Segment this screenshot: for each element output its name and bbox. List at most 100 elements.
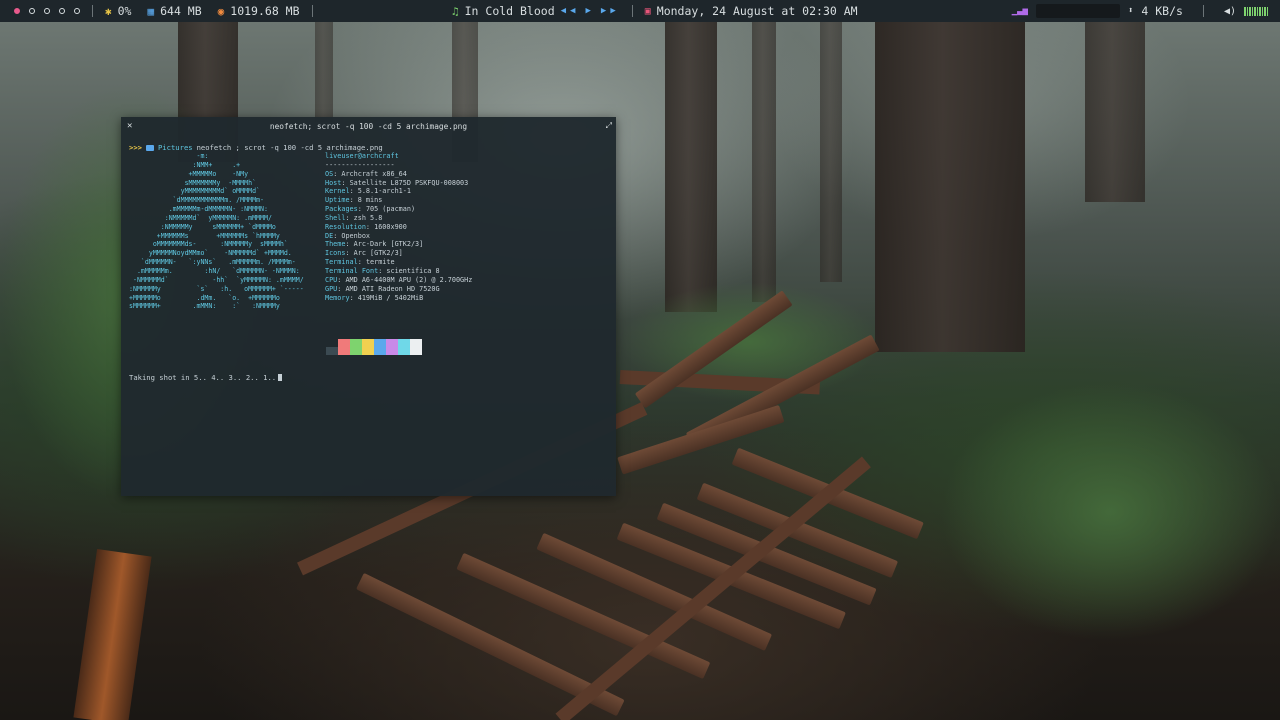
info-key: CPU	[325, 275, 338, 284]
palette-swatch	[386, 339, 398, 355]
clock-module: ▣ Monday, 24 August at 02:30 AM	[645, 4, 858, 18]
neofetch-info: liveuser@archcraft ----------------- OS:…	[325, 152, 472, 302]
system-tray[interactable]	[1035, 4, 1120, 18]
info-key: Kernel	[325, 187, 350, 196]
info-colon: :	[357, 205, 366, 214]
workspace-3-dot[interactable]	[44, 8, 50, 14]
workspace-1-dot[interactable]	[14, 8, 20, 14]
info-colon: :	[349, 293, 358, 302]
info-row: GPU: AMD ATI Radeon HD 7520G	[325, 285, 472, 294]
previous-track-icon[interactable]: ◀◀	[561, 6, 580, 16]
info-row: Memory: 419MiB / 5402MiB	[325, 294, 472, 303]
prompt-directory: Pictures	[157, 143, 193, 152]
terminal-window[interactable]: ✕ neofetch; scrot -q 100 -cd 5 archimage…	[121, 117, 616, 496]
info-value: Satellite L875D PSKFQU-008003	[349, 178, 469, 187]
network-speed: 4 KB/s	[1141, 4, 1183, 18]
info-key: Terminal	[325, 258, 358, 267]
workspace-4-dot[interactable]	[59, 8, 65, 14]
close-icon[interactable]: ✕	[127, 121, 132, 131]
info-key: Terminal Font	[325, 266, 379, 275]
folder-icon	[145, 144, 154, 151]
info-value: Arc [GTK2/3]	[353, 249, 403, 258]
info-colon: :	[357, 258, 366, 267]
info-row: Packages: 705 (pacman)	[325, 205, 472, 214]
disk-icon: ◉	[217, 4, 225, 18]
info-value: AMD ATI Radeon HD 7520G	[345, 284, 440, 293]
info-value: 705 (pacman)	[365, 205, 416, 214]
date-time[interactable]: Monday, 24 August at 02:30 AM	[657, 4, 858, 18]
info-row: Host: Satellite L875D PSKFQU-008003	[325, 179, 472, 188]
network-activity-icon: ▁▃▅	[1011, 6, 1028, 16]
palette-swatch	[374, 339, 386, 355]
info-value: 419MiB / 5402MiB	[357, 293, 424, 302]
play-icon[interactable]: ▶	[585, 6, 594, 16]
up-down-arrows-icon: ⬍	[1127, 6, 1134, 16]
info-key: OS	[325, 169, 334, 178]
panel-separator	[631, 5, 633, 17]
info-key: Theme	[325, 240, 346, 249]
info-separator: -----------------	[325, 160, 395, 169]
palette-swatch	[338, 339, 350, 355]
music-module: ♫ In Cold Blood ◀◀ ▶ ▶▶	[452, 4, 620, 18]
info-key: DE	[325, 231, 334, 240]
info-value: Openbox	[341, 231, 371, 240]
command-prompt: >>> Pictures neofetch ; scrot -q 100 -cd…	[129, 143, 610, 152]
memory-usage: 644 MB	[160, 4, 202, 18]
info-row: Icons: Arc [GTK2/3]	[325, 249, 472, 258]
volume-icon[interactable]: ◀)	[1224, 6, 1236, 17]
info-key: Memory	[325, 293, 350, 302]
info-colon: :	[365, 222, 375, 231]
cpu-usage: 0%	[117, 4, 132, 18]
workspace-2-dot[interactable]	[29, 8, 35, 14]
info-row: Resolution: 1600x900	[325, 223, 472, 232]
palette-swatch	[362, 339, 374, 355]
info-row: Shell: zsh 5.8	[325, 214, 472, 223]
info-value: AMD A6-4400M APU (2) @ 2.700GHz	[345, 275, 473, 284]
info-colon: :	[345, 213, 354, 222]
info-colon: :	[349, 196, 358, 205]
music-note-icon: ♫	[452, 4, 459, 18]
text-cursor	[278, 374, 283, 381]
palette-swatch	[350, 339, 362, 355]
workspace-5-dot[interactable]	[74, 8, 80, 14]
palette-swatch	[410, 339, 422, 355]
info-key: GPU	[325, 284, 338, 293]
panel-separator	[311, 5, 313, 17]
color-palette	[326, 339, 422, 355]
info-row: CPU: AMD A6-4400M APU (2) @ 2.700GHz	[325, 276, 472, 285]
prompt-command: neofetch ; scrot -q 100 -cd 5 archimage.…	[196, 143, 383, 152]
info-row: DE: Openbox	[325, 232, 472, 241]
panel-separator	[1202, 5, 1204, 17]
maximize-icon[interactable]: ⤢	[606, 121, 612, 131]
countdown-line: Taking shot in 5.. 4.. 3.. 2.. 1..	[129, 373, 283, 382]
next-track-icon[interactable]: ▶▶	[601, 6, 620, 16]
disk-module: ◉ 1019.68 MB	[218, 4, 300, 18]
terminal-titlebar[interactable]: ✕ neofetch; scrot -q 100 -cd 5 archimage…	[121, 117, 616, 135]
info-row: OS: Archcraft x86_64	[325, 170, 472, 179]
info-value: zsh 5.8	[353, 213, 383, 222]
info-key: Packages	[325, 205, 358, 214]
music-title[interactable]: In Cold Blood	[465, 4, 555, 18]
panel-separator	[92, 5, 93, 17]
info-row: Terminal: termite	[325, 258, 472, 267]
cpu-icon: ✱	[105, 4, 112, 18]
volume-level-bar[interactable]	[1244, 6, 1268, 16]
info-value: Archcraft x86_64	[341, 169, 407, 178]
archcraft-ascii-logo: -m: :NMM+ .+ +MMMMMo -NMy sMMMMMMMy -MMM…	[129, 152, 304, 311]
info-colon: :	[349, 187, 358, 196]
terminal-title: neofetch; scrot -q 100 -cd 5 archimage.p…	[269, 121, 468, 131]
calendar-icon: ▣	[644, 5, 651, 17]
info-row: Theme: Arc-Dark [GTK2/3]	[325, 240, 472, 249]
info-key: Host	[325, 178, 342, 187]
info-key: Icons	[325, 249, 346, 258]
info-key: Resolution	[325, 222, 366, 231]
info-colon: :	[345, 240, 354, 249]
system-tray-group: ▁▃▅ ⬍ 4 KB/s ◀)	[1012, 0, 1268, 22]
info-value: 8 mins	[357, 196, 383, 205]
palette-swatch	[398, 339, 410, 355]
info-value: 1600x900	[374, 222, 407, 231]
terminal-content[interactable]: >>> Pictures neofetch ; scrot -q 100 -cd…	[129, 143, 610, 490]
info-row: Terminal Font: scientifica 8	[325, 267, 472, 276]
top-panel: ✱ 0% ▦ 644 MB ◉ 1019.68 MB ♫ In Cold Blo…	[0, 0, 1280, 22]
info-colon: :	[341, 178, 350, 187]
